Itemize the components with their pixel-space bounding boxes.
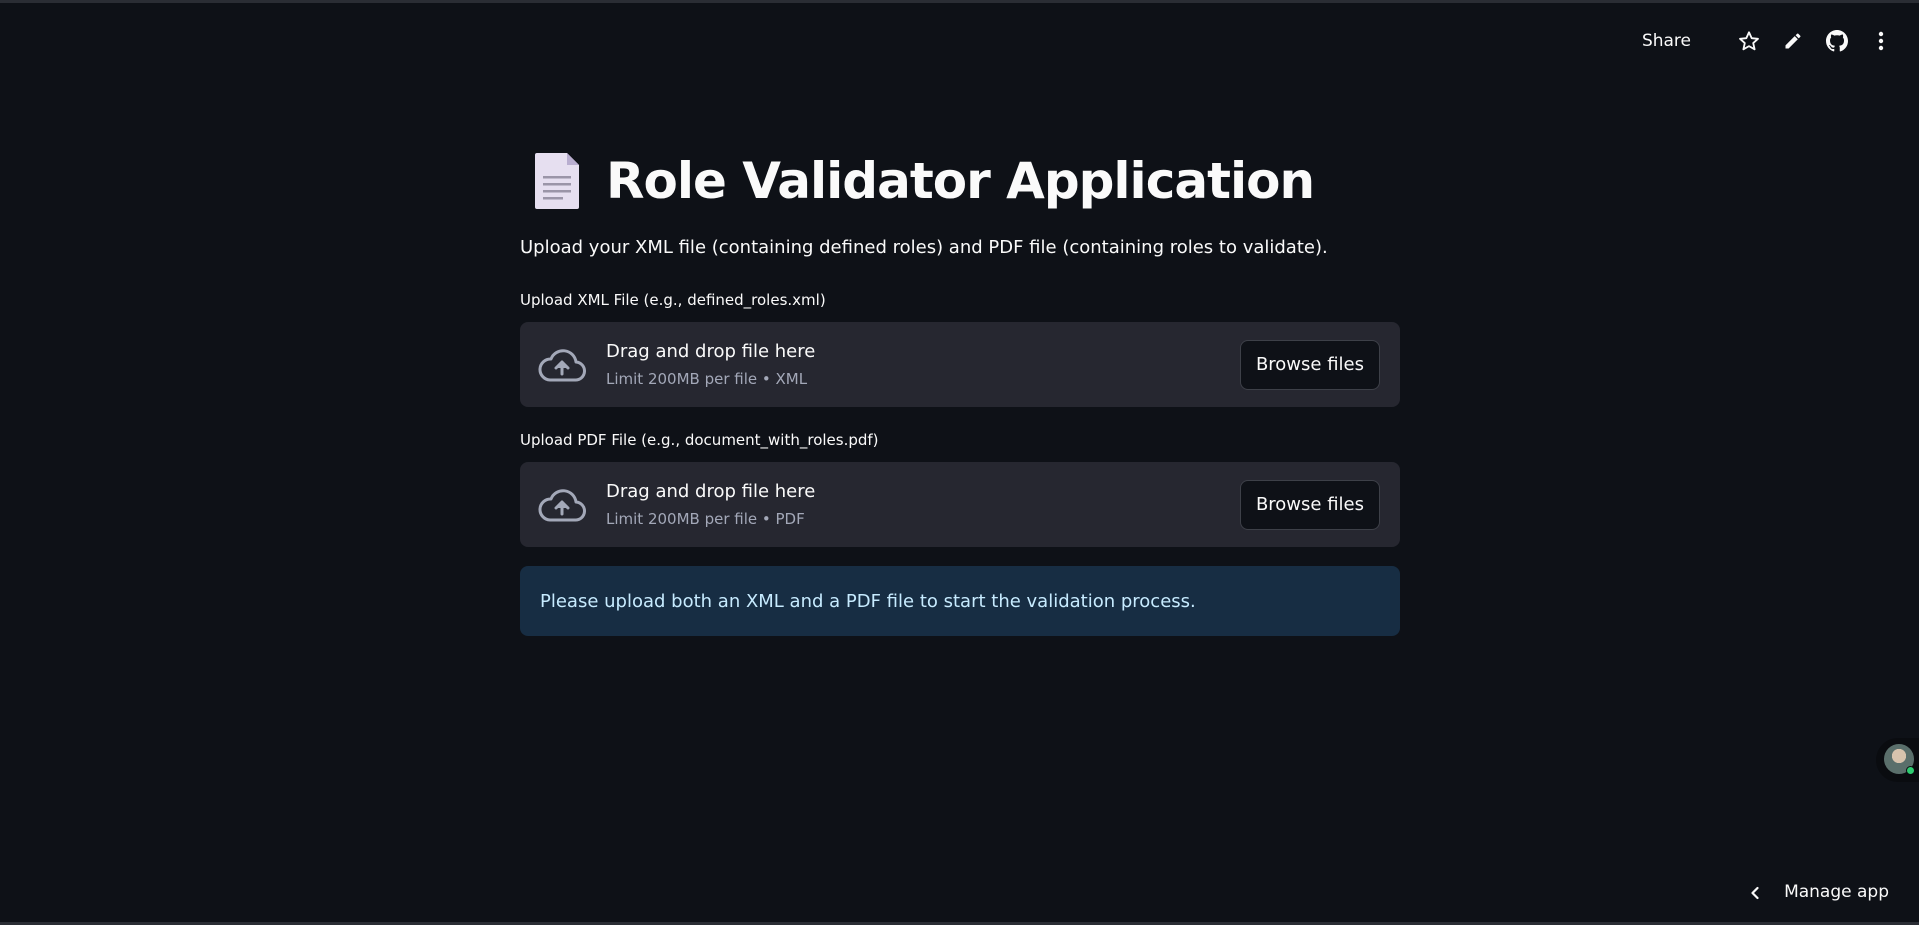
xml-dropzone[interactable]: Drag and drop file here Limit 200MB per … — [520, 322, 1400, 407]
pdf-file-limit: Limit 200MB per file • PDF — [606, 510, 805, 528]
online-status-dot — [1906, 766, 1915, 775]
cloud-upload-icon — [538, 347, 586, 383]
xml-file-limit: Limit 200MB per file • XML — [606, 370, 808, 388]
pdf-dropzone-texts: Drag and drop file here Limit 200MB per … — [606, 481, 1240, 528]
star-icon[interactable] — [1737, 29, 1761, 53]
avatar-tab[interactable] — [1876, 738, 1919, 782]
cloud-upload-icon — [538, 487, 586, 523]
pdf-uploader-label: Upload PDF File (e.g., document_with_rol… — [520, 431, 879, 449]
manage-app-label: Manage app — [1784, 882, 1889, 902]
pencil-icon[interactable] — [1781, 29, 1805, 53]
pdf-browse-files-button[interactable]: Browse files — [1239, 479, 1380, 530]
xml-browse-files-button[interactable]: Browse files — [1239, 339, 1380, 390]
title-row: Role Validator Application — [520, 148, 1315, 214]
info-alert: Please upload both an XML and a PDF file… — [520, 566, 1400, 636]
page-subtitle: Upload your XML file (containing defined… — [520, 237, 1328, 258]
app-toolbar: Share — [1642, 24, 1893, 58]
more-vertical-icon[interactable] — [1869, 29, 1893, 53]
github-icon[interactable] — [1825, 29, 1849, 53]
chevron-left-icon — [1748, 885, 1762, 900]
xml-dropzone-texts: Drag and drop file here Limit 200MB per … — [606, 341, 1240, 388]
pdf-drop-instruction: Drag and drop file here — [606, 481, 816, 502]
xml-drop-instruction: Drag and drop file here — [606, 341, 816, 362]
document-icon — [534, 152, 580, 210]
manage-app-button[interactable]: Manage app — [1748, 882, 1889, 902]
top-border — [0, 0, 1919, 3]
xml-uploader-label: Upload XML File (e.g., defined_roles.xml… — [520, 291, 826, 309]
pdf-dropzone[interactable]: Drag and drop file here Limit 200MB per … — [520, 462, 1400, 547]
share-button[interactable]: Share — [1642, 31, 1691, 51]
page-title: Role Validator Application — [606, 152, 1315, 210]
